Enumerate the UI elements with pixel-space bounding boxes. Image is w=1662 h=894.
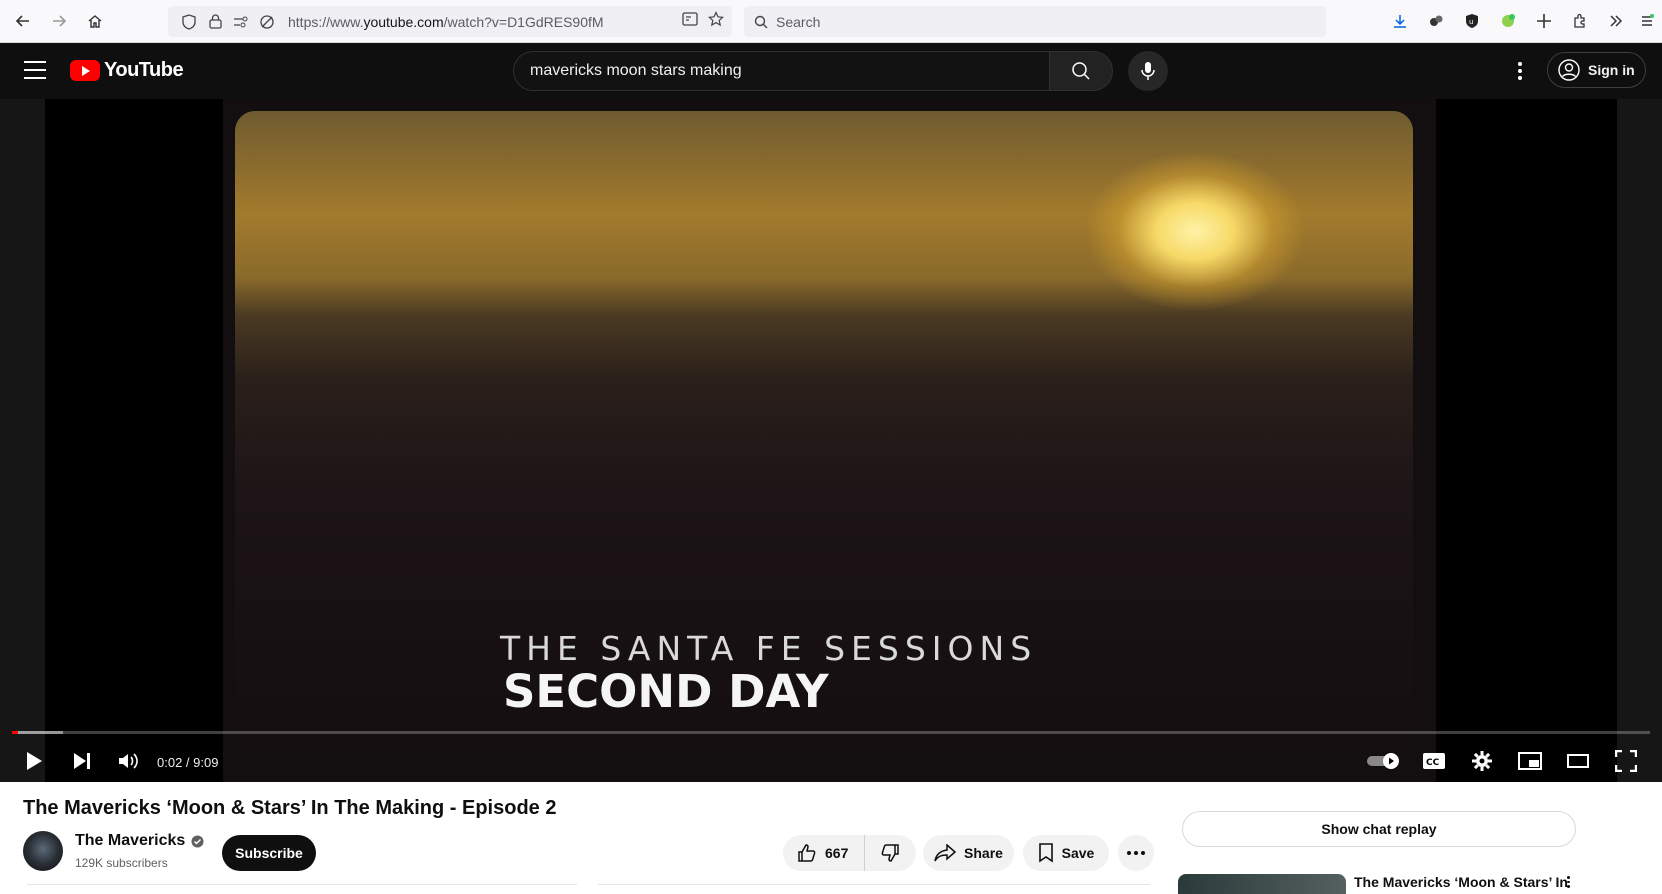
play-icon[interactable]: [20, 747, 48, 775]
url-domain: youtube.com: [363, 13, 444, 30]
verified-icon: [191, 835, 204, 848]
comments-divider: [598, 884, 1150, 888]
player-controls: 0:02 / 9:09 CC: [0, 739, 1662, 782]
progress-played: [12, 731, 19, 734]
more-actions-button[interactable]: [1118, 835, 1154, 871]
youtube-logo[interactable]: YouTube: [70, 59, 184, 82]
sign-in-button[interactable]: Sign in: [1547, 52, 1646, 88]
settings-icon[interactable]: [1468, 747, 1496, 775]
mic-icon: [1141, 61, 1155, 81]
share-button[interactable]: Share: [923, 835, 1014, 871]
extension-icon[interactable]: [1424, 8, 1448, 34]
channel-name[interactable]: The Mavericks: [75, 832, 185, 850]
video-overlay-line2: SECOND DAY: [503, 665, 829, 718]
url-path: /watch?v=D1GdRES90fM: [443, 13, 604, 30]
voice-search-button[interactable]: [1128, 51, 1168, 91]
search-button[interactable]: [1049, 51, 1113, 91]
dislike-button[interactable]: [865, 843, 915, 863]
miniplayer-icon[interactable]: [1516, 747, 1544, 775]
share-label: Share: [964, 845, 1003, 861]
like-dislike-group: 667: [783, 835, 916, 871]
save-icon: [1038, 843, 1054, 863]
time-display: 0:02 / 9:09: [157, 755, 219, 770]
cc-icon[interactable]: CC: [1420, 747, 1448, 775]
description-divider: [27, 884, 577, 888]
url-bar[interactable]: https://www.youtube.com/watch?v=D1GdRES9…: [168, 6, 732, 37]
browser-search-placeholder: Search: [776, 13, 821, 30]
chat-replay-label: Show chat replay: [1321, 821, 1437, 837]
svg-text:CC: CC: [1426, 758, 1440, 768]
fullscreen-icon[interactable]: [1612, 747, 1640, 775]
app-menu-icon[interactable]: [1640, 8, 1654, 34]
browser-search-bar[interactable]: Search: [744, 6, 1326, 37]
progress-bar[interactable]: [12, 731, 1650, 734]
autoplay-toggle-icon[interactable]: [1366, 747, 1402, 775]
sign-in-label: Sign in: [1588, 62, 1635, 78]
subscribe-button[interactable]: Subscribe: [222, 835, 316, 871]
next-icon[interactable]: [68, 747, 96, 775]
subscriber-count: 129K subscribers: [75, 856, 168, 870]
search-input-value: mavericks moon stars making: [530, 62, 742, 79]
puzzle-icon[interactable]: [1568, 8, 1592, 34]
logo-text: YouTube: [104, 59, 184, 81]
player-right-margin: [1617, 99, 1662, 782]
theater-icon[interactable]: [1564, 747, 1592, 775]
share-icon: [934, 844, 957, 862]
reader-icon[interactable]: [682, 11, 698, 30]
overflow-icon[interactable]: [1604, 8, 1628, 34]
search-input[interactable]: mavericks moon stars making: [513, 51, 1050, 91]
channel-name-row[interactable]: The Mavericks: [75, 832, 204, 850]
progress-loaded: [12, 731, 63, 734]
account-icon: [1558, 59, 1580, 81]
player-left-margin: [0, 99, 45, 782]
save-button[interactable]: Save: [1023, 835, 1109, 871]
back-icon[interactable]: [8, 6, 38, 36]
video-player[interactable]: THE SANTA FE SESSIONS SECOND DAY 0:02 / …: [0, 99, 1662, 782]
subscribe-label: Subscribe: [235, 845, 303, 861]
settings-menu-button[interactable]: [1510, 57, 1530, 85]
video-overlay-line1: THE SANTA FE SESSIONS: [500, 629, 1038, 668]
youtube-play-logo-icon: [70, 60, 100, 81]
url-prefix: https://www.: [288, 13, 364, 30]
pin-icon[interactable]: [1532, 8, 1556, 34]
youtube-header: YouTube mavericks moon stars making Sign…: [0, 43, 1662, 99]
browser-toolbar: https://www.youtube.com/watch?v=D1GdRES9…: [0, 0, 1662, 43]
download-icon[interactable]: [1388, 8, 1412, 34]
ublock-icon[interactable]: u: [1460, 8, 1484, 34]
search-icon: [754, 15, 768, 29]
svg-text:u: u: [1469, 18, 1473, 26]
search-icon: [1071, 61, 1091, 81]
menu-icon[interactable]: [24, 61, 46, 79]
recommended-thumbnail[interactable]: [1178, 874, 1346, 894]
home-icon[interactable]: [80, 6, 110, 36]
like-icon: [797, 843, 817, 863]
like-button[interactable]: 667: [783, 835, 865, 871]
tracking-icon[interactable]: [254, 14, 280, 30]
video-frame[interactable]: THE SANTA FE SESSIONS SECOND DAY: [223, 99, 1436, 782]
volume-icon[interactable]: [114, 747, 142, 775]
star-icon[interactable]: [708, 11, 724, 30]
video-title: The Mavericks ‘Moon & Stars’ In The Maki…: [23, 797, 557, 819]
url-text: https://www.youtube.com/watch?v=D1GdRES9…: [288, 14, 604, 30]
save-label: Save: [1061, 845, 1095, 861]
lock-icon[interactable]: [202, 14, 228, 29]
forward-icon[interactable]: [44, 6, 74, 36]
more-icon: [1127, 851, 1145, 855]
shield-icon[interactable]: [176, 13, 202, 30]
permissions-icon[interactable]: [228, 15, 254, 29]
extension-green-icon[interactable]: [1496, 8, 1520, 34]
recommended-menu-button[interactable]: [1565, 876, 1571, 889]
avatar[interactable]: [23, 831, 63, 871]
like-count: 667: [825, 845, 849, 861]
dislike-icon: [880, 843, 900, 863]
show-chat-replay-button[interactable]: Show chat replay: [1182, 811, 1576, 847]
